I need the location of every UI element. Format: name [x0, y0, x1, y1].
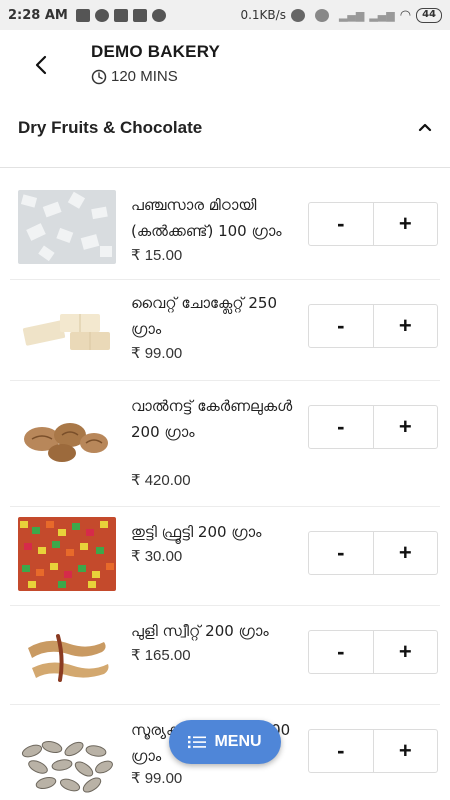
decrease-button[interactable]: -: [309, 730, 374, 772]
decrease-button[interactable]: -: [309, 203, 374, 245]
quantity-stepper: - +: [308, 202, 438, 246]
quantity-stepper: - +: [308, 405, 438, 449]
category-header[interactable]: Dry Fruits & Chocolate: [0, 100, 450, 168]
alarm-icon: [314, 8, 329, 22]
product-image: [18, 517, 116, 591]
whatsapp-icon: [94, 8, 109, 22]
gmail-icon: [75, 8, 90, 22]
product-name: വൈറ്റ് ചോക്ലേറ്റ് 250 ഗ്രാം: [131, 294, 278, 338]
network-speed: 0.1KB/s: [240, 8, 286, 22]
product-name: വാൽനട്ട് കേർണലുകൾ 200 ഗ്രാം: [131, 397, 293, 441]
decrease-button[interactable]: -: [309, 305, 374, 347]
product-image: [18, 405, 116, 479]
quantity-stepper: - +: [308, 531, 438, 575]
increase-button[interactable]: +: [374, 730, 438, 772]
wifi-icon: ◠: [399, 7, 412, 23]
category-title: Dry Fruits & Chocolate: [18, 118, 203, 137]
product-image: [18, 618, 116, 692]
increase-button[interactable]: +: [374, 305, 438, 347]
product-price: ₹ 99.00: [131, 345, 183, 362]
product-price: ₹ 15.00: [131, 247, 183, 264]
list-item: വാൽനട്ട് കേർണലുകൾ 200 ഗ്രാം ₹ 420.00 - +: [10, 381, 440, 507]
quantity-stepper: - +: [308, 729, 438, 773]
store-name: DEMO BAKERY: [91, 42, 221, 61]
product-price: ₹ 99.00: [131, 770, 183, 787]
menu-button[interactable]: MENU: [169, 720, 281, 764]
clock-icon: [91, 69, 107, 84]
signal-icon: ▂▄▆: [338, 8, 365, 22]
delivery-time: 120 MINS: [91, 68, 178, 85]
phone-icon: [151, 8, 166, 22]
list-item: പഞ്ചസാര മിഠായി (കൽക്കണ്ട്) 100 ഗ്രാം ₹ 1…: [10, 180, 440, 280]
status-time: 2:28 AM: [8, 7, 68, 23]
list-item: വൈറ്റ് ചോക്ലേറ്റ് 250 ഗ്രാം ₹ 99.00 - +: [10, 280, 440, 381]
decrease-button[interactable]: -: [309, 406, 374, 448]
product-price: ₹ 30.00: [131, 548, 183, 565]
list-item: തുട്ടി ഫ്രൂട്ടി 200 ഗ്രാം ₹ 30.00 - +: [10, 507, 440, 606]
signal-icon: ▂▄▆: [369, 8, 395, 22]
product-name: തുട്ടി ഫ്രൂട്ടി 200 ഗ്രാം: [131, 523, 262, 541]
status-bar: 2:28 AM 0.1KB/s ▂▄▆ ▂▄▆ ◠ 44: [0, 0, 450, 30]
decrease-button[interactable]: -: [309, 631, 374, 673]
increase-button[interactable]: +: [374, 532, 438, 574]
product-price: ₹ 165.00: [131, 647, 191, 664]
gmail-icon: [132, 8, 147, 22]
gmail-icon: [113, 8, 128, 22]
increase-button[interactable]: +: [374, 631, 438, 673]
product-name: പഞ്ചസാര മിഠായി (കൽക്കണ്ട്) 100 ഗ്രാം: [131, 196, 282, 240]
product-price: ₹ 420.00: [131, 472, 191, 489]
list-item: പുളി സ്വീറ്റ് 200 ഗ്രാം ₹ 165.00 - +: [10, 606, 440, 705]
back-arrow-icon[interactable]: [26, 48, 56, 82]
product-image: [18, 294, 116, 368]
list-icon: [188, 736, 207, 749]
menu-label: MENU: [214, 733, 262, 750]
chevron-up-icon[interactable]: [414, 116, 436, 138]
increase-button[interactable]: +: [374, 406, 438, 448]
decrease-button[interactable]: -: [309, 532, 374, 574]
increase-button[interactable]: +: [374, 203, 438, 245]
headphones-icon: [290, 8, 305, 22]
quantity-stepper: - +: [308, 630, 438, 674]
battery-indicator: 44: [416, 7, 442, 23]
product-image: [18, 190, 116, 264]
product-image: [18, 727, 116, 800]
product-name: പുളി സ്വീറ്റ് 200 ഗ്രാം: [131, 622, 269, 640]
delivery-time-label: 120 MINS: [111, 68, 178, 85]
app-header: DEMO BAKERY 120 MINS: [0, 30, 450, 100]
quantity-stepper: - +: [308, 304, 438, 348]
